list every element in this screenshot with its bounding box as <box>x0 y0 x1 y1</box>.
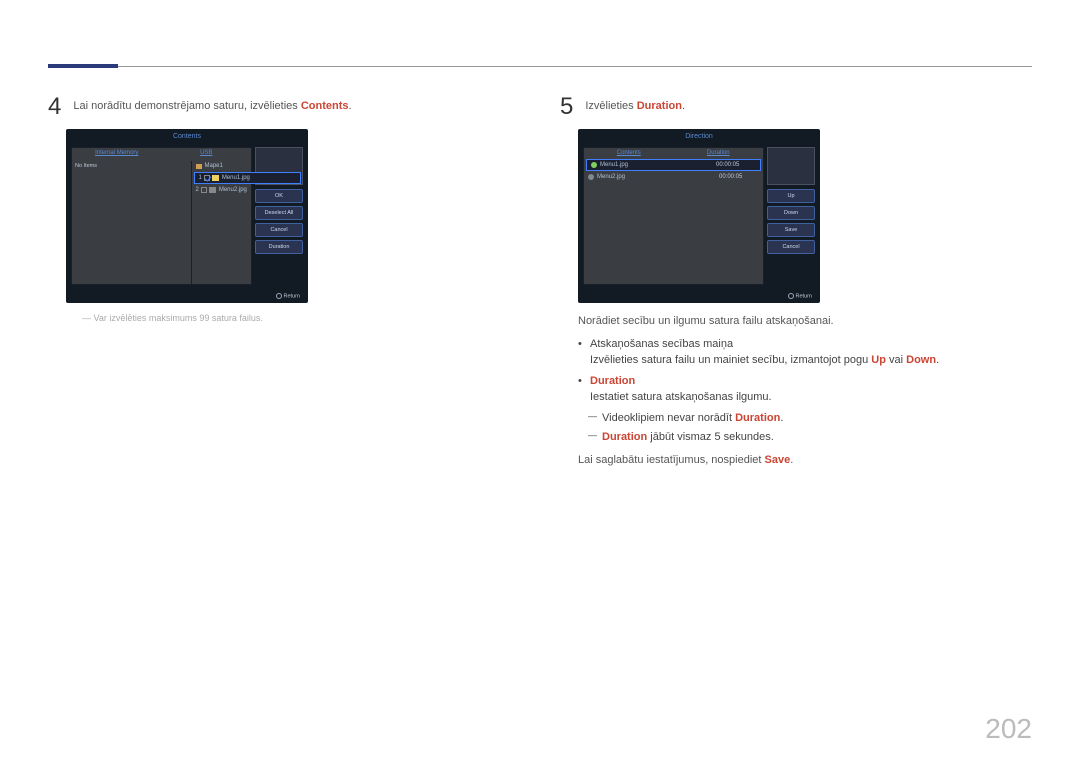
footnote: ― Var izvēlēties maksimums 99 satura fai… <box>48 313 520 323</box>
text: . <box>790 454 793 466</box>
row-index: 2 <box>196 187 199 193</box>
footnote-text: Var izvēlēties maksimums 99 satura failu… <box>94 313 263 323</box>
screen-title: Contents <box>66 129 308 144</box>
status-icon <box>591 162 597 168</box>
side-controls: Up Down Save Cancel <box>767 147 815 285</box>
highlight-duration: Duration <box>602 431 647 443</box>
text: . <box>682 100 685 112</box>
sub-note-1: Videoklipiem nevar norādīt Duration. <box>560 410 1032 427</box>
list-row[interactable]: Menu2.jpg 00:00:05 <box>584 172 763 182</box>
text: . <box>780 412 783 424</box>
bullet-sequence: Atskaņošanas secības maiņa Izvēlieties s… <box>560 336 1032 369</box>
save-button[interactable]: Save <box>767 223 815 237</box>
step-text: Izvēlieties Duration. <box>585 95 685 119</box>
file-name: Menu2.jpg <box>219 187 247 193</box>
text: jābūt vismaz 5 sekundes. <box>647 431 774 443</box>
up-button[interactable]: Up <box>767 189 815 203</box>
text: . <box>936 354 939 366</box>
folder-label: Mape1 <box>205 163 223 169</box>
return-bar[interactable]: Return <box>788 293 812 299</box>
return-icon <box>788 293 794 299</box>
highlight-duration: Duration <box>735 412 780 424</box>
list-row[interactable]: Menu1.jpg 00:00:05 <box>586 159 761 171</box>
direction-screen: Direction Contents Duration Menu1.jpg 00… <box>578 129 820 303</box>
file-list: Internal Memory USB No Items Mape1 1 <box>71 147 252 285</box>
cancel-button[interactable]: Cancel <box>767 240 815 254</box>
folder-row[interactable]: Mape1 <box>192 161 304 171</box>
tab-internal-memory[interactable]: Internal Memory <box>72 148 162 158</box>
highlight-down: Down <box>906 354 936 366</box>
direction-list: Contents Duration Menu1.jpg 00:00:05 <box>583 147 764 285</box>
bullet-duration: Duration Iestatiet satura atskaņošanas i… <box>560 373 1032 406</box>
text: Iestatiet satura atskaņošanas ilgumu. <box>590 391 772 403</box>
checkbox-icon[interactable] <box>201 187 207 193</box>
step-number: 5 <box>560 95 573 119</box>
header-accent <box>48 64 118 68</box>
screen-title: Direction <box>578 129 820 144</box>
file-icon <box>209 187 216 193</box>
step-text: Lai norādītu demonstrējamo saturu, izvēl… <box>73 95 351 119</box>
col-usb: Mape1 1 Menu1.jpg 2 <box>192 161 304 285</box>
left-column: 4 Lai norādītu demonstrējamo saturu, izv… <box>48 95 520 474</box>
file-name: Menu1.jpg <box>222 175 250 181</box>
folder-icon <box>196 164 202 169</box>
save-text: Lai saglabātu iestatījumus, nospiediet S… <box>560 452 1032 469</box>
content-area: 4 Lai norādītu demonstrējamo saturu, izv… <box>48 95 1032 474</box>
text: Izvēlieties satura failu un mainiet secī… <box>590 354 871 366</box>
right-column: 5 Izvēlieties Duration. Direction Conten… <box>560 95 1032 474</box>
text: Lai norādītu demonstrējamo saturu, izvēl… <box>73 100 300 112</box>
text: vai <box>886 354 906 366</box>
col-duration: Duration <box>674 148 764 158</box>
step-number: 4 <box>48 95 61 119</box>
highlight-duration: Duration <box>637 100 682 112</box>
status-icon <box>588 174 594 180</box>
row-index: 1 <box>199 175 202 181</box>
duration-value: 00:00:05 <box>719 174 759 180</box>
step-4: 4 Lai norādītu demonstrējamo saturu, izv… <box>48 95 520 119</box>
text: Videoklipiem nevar norādīt <box>602 412 735 424</box>
preview-box <box>767 147 815 185</box>
header-rule <box>48 66 1032 67</box>
dash: ― <box>72 313 91 323</box>
return-label: Return <box>795 293 812 299</box>
text: Izvēlieties <box>585 100 636 112</box>
duration-value: 00:00:05 <box>716 162 756 168</box>
screen-body: Internal Memory USB No Items Mape1 1 <box>71 147 303 285</box>
col-internal: No Items <box>71 161 192 285</box>
highlight-save: Save <box>765 454 791 466</box>
return-label: Return <box>283 293 300 299</box>
return-icon <box>276 293 282 299</box>
list-header: Contents Duration <box>584 148 763 158</box>
tab-usb[interactable]: USB <box>162 148 252 158</box>
highlight-duration: Duration <box>590 375 635 387</box>
intro-text: Norādiet secību un ilgumu satura failu a… <box>560 313 1032 330</box>
file-name: Menu2.jpg <box>597 174 625 180</box>
list-row[interactable]: 1 Menu1.jpg <box>194 172 302 184</box>
screen-body: Contents Duration Menu1.jpg 00:00:05 <box>583 147 815 285</box>
text: Lai saglabātu iestatījumus, nospiediet <box>578 454 765 466</box>
list-row[interactable]: 2 Menu2.jpg <box>192 185 304 195</box>
highlight-up: Up <box>871 354 886 366</box>
tab-row: Internal Memory USB <box>72 148 251 158</box>
step-5: 5 Izvēlieties Duration. <box>560 95 1032 119</box>
return-bar[interactable]: Return <box>276 293 300 299</box>
file-icon <box>212 175 219 181</box>
file-name: Menu1.jpg <box>600 162 628 168</box>
down-button[interactable]: Down <box>767 206 815 220</box>
text: . <box>348 100 351 112</box>
page-number: 202 <box>985 713 1032 745</box>
bullet-title: Atskaņošanas secības maiņa <box>590 338 733 350</box>
sub-note-2: Duration jābūt vismaz 5 sekundes. <box>560 429 1032 446</box>
checkbox-icon[interactable] <box>204 175 210 181</box>
contents-screen: Contents Internal Memory USB No Items Ma… <box>66 129 308 303</box>
highlight-contents: Contents <box>301 100 349 112</box>
col-contents: Contents <box>584 148 674 158</box>
